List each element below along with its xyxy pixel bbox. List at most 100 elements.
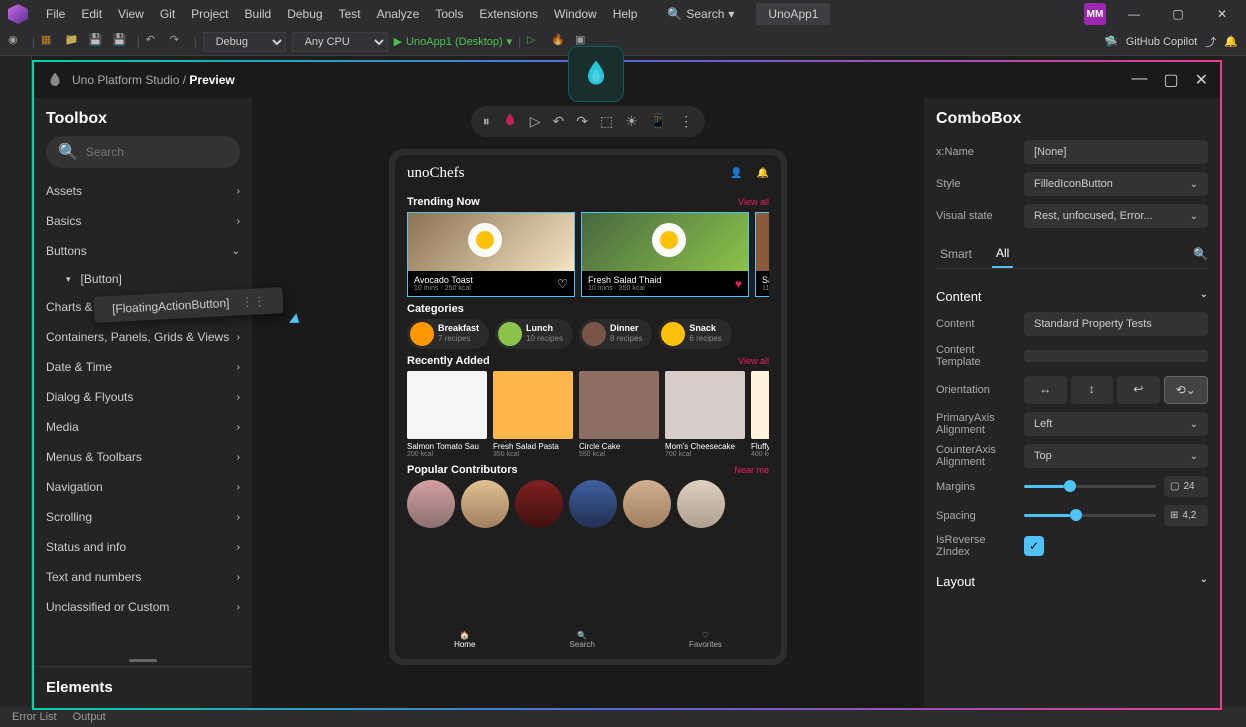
toolbox-item[interactable]: Basics› [34,206,252,236]
tab-smart[interactable]: Smart [936,241,976,267]
undo-icon[interactable]: ↶ [553,113,565,130]
flame-tool-icon[interactable] [502,112,518,131]
menu-view[interactable]: View [110,3,152,25]
responsive-icon[interactable]: 📱 [650,113,667,130]
toolbox-item[interactable]: Dialog & Flyouts› [34,382,252,412]
toolbox-search[interactable]: 🔍 [46,136,240,168]
bell-icon[interactable]: 🔔 [757,168,769,179]
vstate-dropdown[interactable]: Rest, unfocused, Error...⌄ [1024,204,1208,228]
menu-file[interactable]: File [38,3,73,25]
open-icon[interactable]: 📁 [65,33,83,51]
toolbox-item[interactable]: Buttons⌄ [34,236,252,266]
menu-extensions[interactable]: Extensions [471,3,546,25]
share-icon[interactable]: ⤴ [1205,34,1216,50]
menu-edit[interactable]: Edit [73,3,110,25]
menu-window[interactable]: Window [546,3,605,25]
menu-test[interactable]: Test [331,3,369,25]
vs-search[interactable]: 🔍 Search ▾ [667,7,734,21]
food-card[interactable]: Fresh Salad Thaid10 mins · 350 kcal♥ [581,212,749,297]
toolbox-item[interactable]: Status and info› [34,532,252,562]
toolbox-item[interactable]: Navigation› [34,472,252,502]
run-button[interactable]: ▶ UnoApp1 (Desktop) ▾ [394,35,513,48]
toolbox-item[interactable]: Scrolling› [34,502,252,532]
tab-output[interactable]: Output [73,711,106,723]
recipe-card[interactable]: Fluffy P400 kcal [751,371,769,458]
toolbox-item[interactable]: Containers, Panels, Grids & Views› [34,322,252,352]
search-input[interactable] [86,145,241,159]
minimize-icon[interactable]: — [1118,2,1150,26]
search-icon[interactable]: 🔍 [1193,247,1208,261]
section-layout[interactable]: Layout⌄ [936,566,1208,597]
view-all-link[interactable]: View all [738,197,769,207]
save-icon[interactable]: 💾 [89,33,107,51]
platform-dropdown[interactable]: Any CPU [292,32,388,52]
toolbox-subitem[interactable]: [Button] [34,266,252,292]
recipe-card[interactable]: Circle Cake550 kcal [579,371,659,458]
pause-icon[interactable]: ⏸ [483,113,490,130]
category-item[interactable]: Dinner8 recipes [579,319,652,349]
menu-analyze[interactable]: Analyze [369,3,428,25]
maximize-icon[interactable]: ▢ [1162,2,1194,26]
food-card[interactable]: Avocado Toast10 mins · 250 kcal♡ [407,212,575,297]
category-item[interactable]: Lunch10 recipes [495,319,573,349]
orient-horizontal[interactable]: ↔ [1024,376,1067,404]
user-badge[interactable]: MM [1084,3,1106,25]
spacing-slider[interactable] [1024,514,1156,517]
avatar[interactable] [407,480,455,528]
tab-all[interactable]: All [992,240,1013,268]
recipe-card[interactable]: Salmon Tomato Sau200 kcal [407,371,487,458]
style-dropdown[interactable]: FilledIconButton⌄ [1024,172,1208,196]
copilot-icon[interactable]: 🛸 [1104,35,1118,48]
content-template-input[interactable] [1024,350,1208,362]
orient-wrap[interactable]: ↩ [1117,376,1160,404]
food-card[interactable]: Salmon11 mins [755,212,769,297]
play-icon[interactable]: ▷ [530,113,541,130]
right-panel-collapsed[interactable] [1222,56,1246,707]
margins-slider[interactable] [1024,485,1156,488]
toolbox-item[interactable]: Assets› [34,176,252,206]
maximize-icon[interactable]: ▢ [1163,70,1178,90]
nav-home[interactable]: 🏠Home [454,631,475,649]
counteraxis-dropdown[interactable]: Top⌄ [1024,444,1208,468]
avatar[interactable] [623,480,671,528]
tab-errorlist[interactable]: Error List [12,711,57,723]
toolbox-item[interactable]: Date & Time› [34,352,252,382]
category-item[interactable]: Snack6 recipes [658,319,731,349]
menu-debug[interactable]: Debug [279,3,330,25]
save-all-icon[interactable]: 💾 [113,33,131,51]
menu-tools[interactable]: Tools [427,3,471,25]
toolbox-item[interactable]: Media› [34,412,252,442]
close-icon[interactable]: ✕ [1195,70,1208,90]
new-icon[interactable]: ▦ [41,33,59,51]
nav-back-icon[interactable]: ◉ [8,33,26,51]
config-dropdown[interactable]: Debug [203,32,286,52]
avatar[interactable] [515,480,563,528]
more-icon[interactable]: ⋮ [679,113,693,130]
minimize-icon[interactable]: — [1131,70,1147,90]
run-noattach-icon[interactable]: ▷ [527,33,545,51]
toolbox-item[interactable]: Text and numbers› [34,562,252,592]
menu-build[interactable]: Build [237,3,280,25]
hot-reload-icon[interactable]: 🔥 [551,33,569,51]
menu-project[interactable]: Project [183,3,236,25]
spacing-value[interactable]: ⊞ 4,2 [1164,505,1208,526]
section-content[interactable]: Content⌄ [936,281,1208,312]
view-all-link[interactable]: View all [738,356,769,366]
user-icon[interactable]: 👤 [730,168,742,179]
orient-vertical[interactable]: ↕ [1071,376,1114,404]
recipe-card[interactable]: Fresh Salad Pasta350 kcal [493,371,573,458]
bell-icon[interactable]: 🔔 [1224,35,1238,48]
title-tab[interactable]: UnoApp1 [756,3,830,25]
nav-search[interactable]: 🔍Search [570,631,595,649]
primaryaxis-dropdown[interactable]: Left⌄ [1024,412,1208,436]
heart-icon[interactable]: ♡ [557,277,568,291]
menu-git[interactable]: Git [152,3,183,25]
avatar[interactable] [461,480,509,528]
redo-icon[interactable]: ↷ [576,113,588,130]
content-input[interactable]: Standard Property Tests [1024,312,1208,336]
nav-favorites[interactable]: ♡Favorites [689,631,722,649]
reverse-zindex-checkbox[interactable]: ✓ [1024,536,1044,556]
toolbox-item[interactable]: Menus & Toolbars› [34,442,252,472]
resize-grip[interactable] [129,659,157,662]
orient-auto[interactable]: ⟲⌄ [1164,376,1209,404]
